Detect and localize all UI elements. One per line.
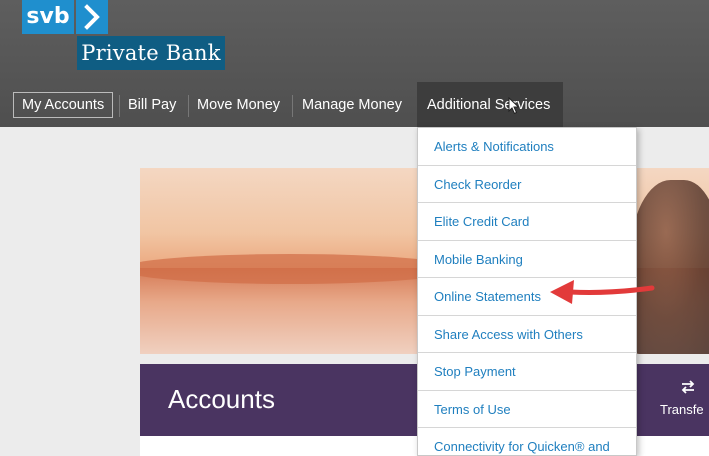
menu-item-elite-credit-card[interactable]: Elite Credit Card xyxy=(418,203,636,241)
red-arrow-icon xyxy=(548,276,658,313)
nav-my-accounts[interactable]: My Accounts xyxy=(13,92,114,118)
menu-item-check-reorder[interactable]: Check Reorder xyxy=(418,166,636,203)
chevron-right-icon xyxy=(76,0,108,34)
top-header: svb Private Bank My Accounts Bill Pay Mo… xyxy=(0,0,709,128)
main-nav: My Accounts Bill Pay Move Money Manage M… xyxy=(0,82,709,128)
menu-item-mobile-banking[interactable]: Mobile Banking xyxy=(418,241,636,278)
nav-bill-pay[interactable]: Bill Pay xyxy=(118,82,186,128)
menu-item-terms-of-use[interactable]: Terms of Use xyxy=(418,391,636,428)
banner-person xyxy=(630,180,709,354)
private-bank-logo[interactable]: Private Bank xyxy=(77,36,225,70)
accounts-title: Accounts xyxy=(168,384,275,414)
nav-move-money[interactable]: Move Money xyxy=(187,82,290,128)
menu-item-connectivity-quicken[interactable]: Connectivity for Quicken® and xyxy=(418,428,636,456)
transfer-label: Transfe xyxy=(660,402,704,417)
menu-item-share-access[interactable]: Share Access with Others xyxy=(418,316,636,353)
nav-manage-money[interactable]: Manage Money xyxy=(292,82,412,128)
menu-item-alerts[interactable]: Alerts & Notifications xyxy=(418,128,636,166)
mouse-pointer-icon xyxy=(508,96,520,120)
transfer-button[interactable]: Transfe xyxy=(660,380,709,418)
nav-additional-services[interactable]: Additional Services xyxy=(417,82,563,128)
menu-item-stop-payment[interactable]: Stop Payment xyxy=(418,353,636,391)
transfer-arrows-icon xyxy=(680,380,709,398)
svb-logo[interactable]: svb xyxy=(22,0,74,34)
